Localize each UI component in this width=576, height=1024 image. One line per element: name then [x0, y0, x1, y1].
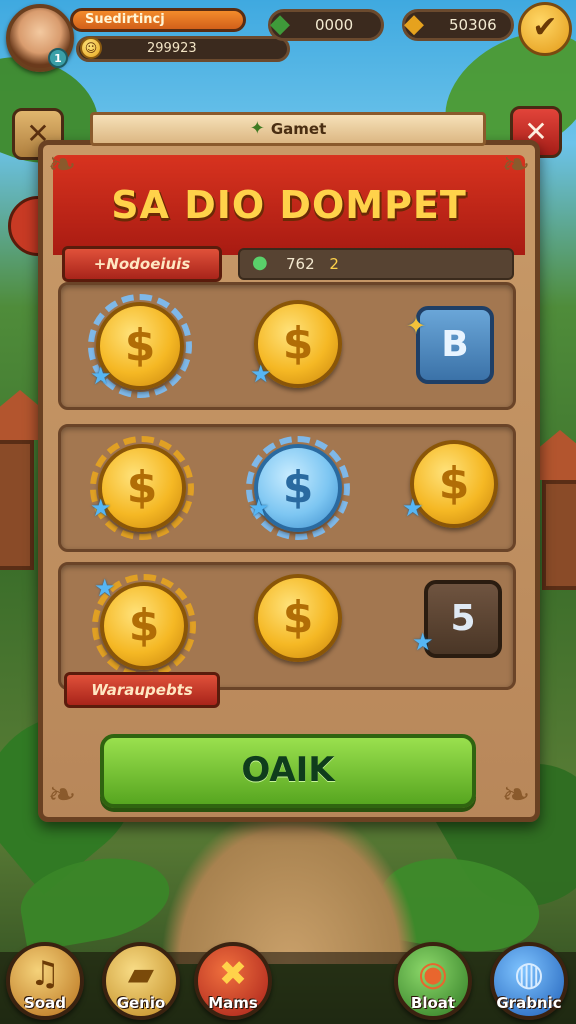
corner-ornament-icon: ❧: [47, 775, 77, 815]
globe-icon: ◍: [514, 954, 544, 994]
nav-item-genio[interactable]: ▰ Genio: [102, 942, 180, 1020]
tile-b[interactable]: B: [416, 306, 494, 384]
corner-ornament-icon: ❧: [47, 145, 77, 185]
score-display: 299923: [76, 36, 290, 62]
info-suffix: 2: [329, 255, 339, 273]
nav-label: Genio: [116, 994, 166, 1012]
gold-currency-value: 50306: [449, 16, 497, 34]
music-note-icon: ♫: [29, 954, 61, 994]
panel-title: SA DIO DOMPET: [111, 183, 467, 227]
gold-nugget-icon[interactable]: ◆: [396, 4, 432, 44]
star-icon: ★: [402, 494, 424, 522]
player-name: Suedirtincj: [70, 8, 246, 32]
nav-item-mams[interactable]: ✖ Mams: [194, 942, 272, 1020]
star-icon: ★: [250, 360, 272, 388]
star-icon: ★: [90, 362, 112, 390]
star-icon: ★: [412, 628, 434, 656]
tile-5[interactable]: 5: [424, 580, 502, 658]
info-bar: 762 2: [238, 248, 514, 280]
nav-label: Bloat: [410, 994, 456, 1012]
confirm-check-button[interactable]: ✔: [518, 2, 572, 56]
nav-item-grabnic[interactable]: ◍ Grabnic: [490, 942, 568, 1020]
info-value: 762: [286, 255, 315, 273]
nav-label: Grabnic: [496, 994, 562, 1012]
check-icon: ✔: [532, 10, 558, 45]
star-icon: ★: [248, 494, 270, 522]
gem-icon[interactable]: ◆: [262, 4, 298, 44]
corner-ornament-icon: ❧: [501, 775, 531, 815]
nav-label: Soad: [24, 994, 66, 1012]
smile-icon: ☺: [80, 37, 102, 59]
avatar-level-badge: 1: [48, 48, 68, 68]
tag-top[interactable]: +Nodoeiuis: [62, 246, 222, 282]
nav-label: Mams: [208, 994, 258, 1012]
panel-ribbon: ✦ Gamet: [90, 112, 486, 146]
score-value: 299923: [147, 41, 197, 56]
gold-coin-icon[interactable]: $: [254, 574, 342, 662]
clover-icon: ●: [252, 252, 268, 273]
corner-ornament-icon: ❧: [501, 145, 531, 185]
leaf-icon: ✦: [249, 118, 265, 139]
green-currency-value: 0000: [315, 16, 354, 34]
tag-bottom[interactable]: Waraupebts: [64, 672, 220, 708]
sparkle-icon: ✦: [406, 312, 427, 340]
map-icon: ✖: [218, 954, 248, 994]
panel-header: SA DIO DOMPET: [53, 155, 525, 255]
star-icon: ★: [90, 494, 112, 522]
card-icon: ▰: [127, 954, 155, 994]
ok-button[interactable]: OAIK: [100, 734, 476, 808]
star-icon: ★: [94, 574, 116, 602]
bottom-nav: [0, 952, 576, 1024]
nav-item-bloat[interactable]: ◉ Bloat: [394, 942, 472, 1020]
shell-icon: ◉: [418, 954, 448, 994]
nav-item-soad[interactable]: ♫ Soad: [6, 942, 84, 1020]
ribbon-label: Gamet: [270, 120, 327, 138]
